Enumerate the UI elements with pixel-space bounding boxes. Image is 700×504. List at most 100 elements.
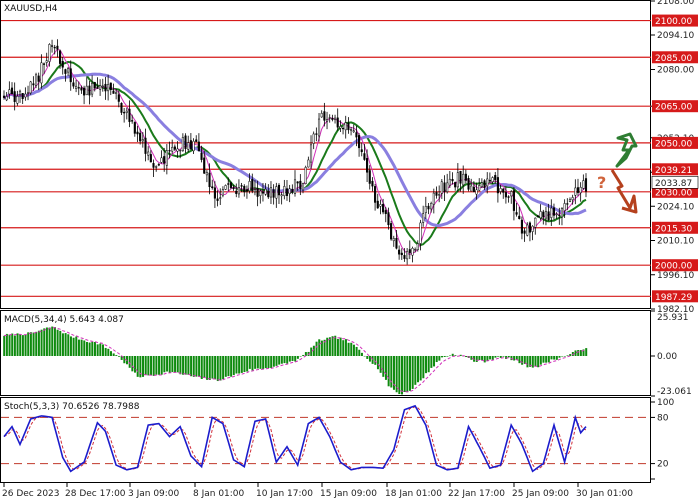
- macd-bar: [80, 339, 83, 356]
- candle-body: [285, 188, 289, 196]
- macd-bar: [475, 355, 478, 362]
- macd-bar: [150, 355, 153, 376]
- macd-bar: [166, 355, 169, 372]
- macd-bar: [441, 355, 444, 358]
- candle-body: [534, 217, 537, 228]
- macd-bar: [112, 353, 115, 356]
- candle-body: [269, 187, 273, 198]
- macd-y-tick-label: 0.00: [657, 352, 677, 362]
- candle-body: [360, 149, 363, 153]
- candle-body: [312, 133, 315, 144]
- macd-bar: [430, 355, 433, 368]
- level-label: 2039.21: [655, 166, 692, 176]
- macd-bar: [425, 355, 428, 374]
- candle-body: [165, 150, 168, 166]
- candle-body: [430, 203, 433, 210]
- candle-body: [366, 158, 369, 173]
- candle-body: [560, 208, 564, 218]
- candle-body: [507, 196, 510, 198]
- candle-body: [91, 82, 94, 95]
- x-tick-label: 26 Dec 2023: [2, 489, 60, 499]
- candle-body: [160, 157, 163, 163]
- candle-body: [123, 111, 126, 114]
- macd-bar: [294, 355, 297, 362]
- macd-bar: [24, 334, 27, 356]
- candle-body: [80, 87, 83, 91]
- candle-body: [325, 119, 329, 122]
- macd-bar: [510, 355, 513, 361]
- candle-body: [272, 189, 275, 198]
- candle-body: [454, 182, 457, 188]
- candle-body: [520, 219, 523, 234]
- candle-body: [72, 82, 75, 87]
- candle-body: [422, 213, 425, 223]
- candle-body: [438, 194, 441, 196]
- candle-body: [419, 222, 422, 244]
- candle-body: [526, 224, 529, 236]
- candle-body: [483, 180, 486, 188]
- macd-bar: [296, 355, 299, 359]
- macd-bar: [230, 355, 233, 377]
- macd-bar: [107, 348, 110, 356]
- candle-body: [125, 110, 128, 113]
- candle-body: [235, 190, 238, 194]
- macd-bar: [360, 352, 363, 356]
- macd-bar: [158, 355, 161, 375]
- candle-body: [261, 191, 265, 194]
- macd-bar: [352, 344, 355, 356]
- candle-body: [446, 182, 449, 193]
- candle-body: [333, 117, 337, 120]
- macd-bar: [553, 355, 556, 360]
- candle-body: [171, 147, 174, 152]
- macd-bar: [507, 355, 510, 358]
- candle-body: [168, 150, 171, 152]
- macd-bar: [272, 355, 275, 367]
- candle-body: [283, 186, 286, 196]
- macd-bar: [414, 355, 417, 385]
- macd-bar: [486, 355, 489, 361]
- price-y-tick-label: 2094.10: [657, 31, 694, 41]
- x-tick-label: 10 Jan 17:00: [256, 489, 313, 499]
- macd-bar: [77, 339, 80, 356]
- candle-body: [403, 255, 406, 259]
- macd-bar: [83, 340, 86, 356]
- macd-bar: [577, 350, 580, 356]
- macd-bar: [238, 355, 241, 374]
- candle-body: [280, 194, 283, 197]
- macd-bar: [283, 355, 286, 364]
- candle-body: [277, 184, 281, 196]
- candle-body: [120, 102, 123, 113]
- candle-body: [528, 222, 531, 233]
- candle-body: [88, 85, 91, 96]
- macd-bar: [280, 355, 283, 364]
- macd-bar: [168, 355, 171, 373]
- candle-body: [432, 192, 435, 205]
- macd-bar: [483, 355, 486, 363]
- candle-body: [8, 89, 11, 95]
- macd-bar: [131, 355, 134, 372]
- macd-bar: [171, 355, 174, 373]
- macd-bar: [109, 351, 112, 356]
- macd-bar: [547, 355, 550, 363]
- candle-body: [181, 137, 184, 151]
- macd-bar: [518, 355, 521, 364]
- candle-body: [467, 178, 470, 190]
- candle-body: [211, 186, 214, 189]
- candle-body: [299, 180, 302, 189]
- candle-body: [139, 132, 142, 142]
- candle-body: [491, 177, 494, 182]
- candle-body: [456, 172, 459, 188]
- candle-body: [115, 92, 118, 94]
- macd-bar: [302, 354, 305, 356]
- macd-bar: [69, 336, 72, 356]
- candle-body: [10, 87, 14, 94]
- candle-body: [253, 189, 257, 193]
- macd-bar: [259, 355, 262, 369]
- macd-bar: [422, 355, 425, 379]
- macd-bar: [347, 342, 350, 356]
- candle-body: [411, 248, 414, 256]
- candle-body: [275, 186, 278, 199]
- candle-body: [494, 175, 497, 181]
- candle-body: [131, 120, 134, 122]
- macd-bar: [99, 343, 102, 356]
